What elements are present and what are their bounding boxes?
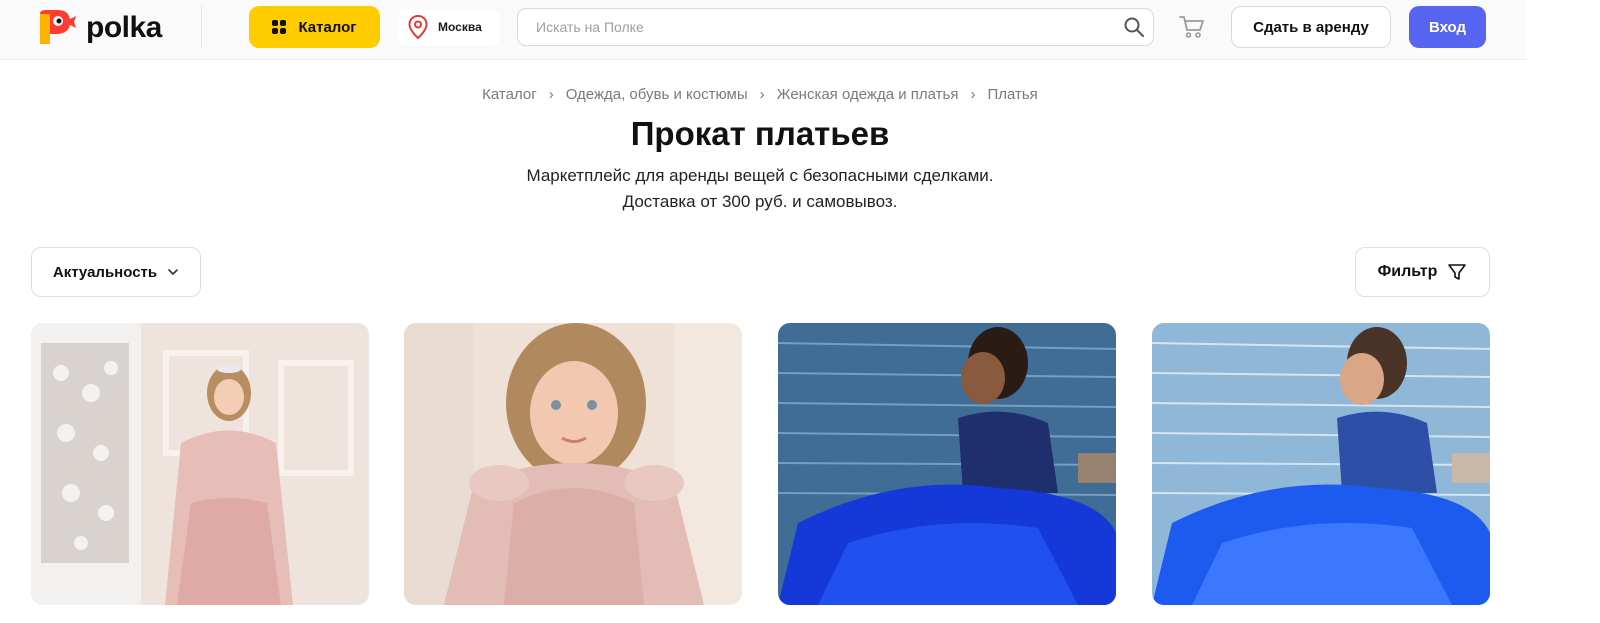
grid-icon <box>272 20 287 34</box>
product-image-pink-dress-full <box>31 323 369 605</box>
location-pin-icon <box>408 15 428 39</box>
breadcrumb-separator: › <box>759 86 765 103</box>
product-card[interactable] <box>778 323 1116 605</box>
subtitle-line-1: Маркетплейс для аренды вещей с безопасны… <box>526 166 994 185</box>
filter-button[interactable]: Фильтр <box>1355 247 1490 297</box>
sort-dropdown-label: Актуальность <box>52 263 158 281</box>
product-image-blue-dress-water-bright <box>1152 323 1490 605</box>
product-image-blue-dress-water <box>778 323 1116 605</box>
breadcrumb-item-dresses[interactable]: Платья <box>987 86 1037 103</box>
product-card[interactable] <box>1152 323 1490 605</box>
page-edge <box>1526 0 1600 623</box>
sort-dropdown[interactable]: Актуальность <box>31 247 201 297</box>
site-header: polka Каталог Москва Сдать в аренду Вход <box>0 0 1526 60</box>
breadcrumb: Каталог › Одежда, обувь и костюмы › Женс… <box>0 86 1520 103</box>
login-button[interactable]: Вход <box>1409 6 1486 48</box>
product-card[interactable] <box>404 323 742 605</box>
chevron-down-icon <box>168 269 178 275</box>
breadcrumb-item-womens[interactable]: Женская одежда и платья <box>777 86 959 103</box>
breadcrumb-item-catalog[interactable]: Каталог <box>482 86 537 103</box>
subtitle-line-2: Доставка от 300 руб. и самовывоз. <box>622 192 898 211</box>
product-card[interactable] <box>31 323 369 605</box>
product-image-pink-dress-closeup <box>404 323 742 605</box>
header-divider <box>201 6 202 48</box>
breadcrumb-separator: › <box>970 86 976 103</box>
city-name: Москва <box>438 20 482 34</box>
breadcrumb-separator: › <box>548 86 554 103</box>
logo-bird-icon <box>40 10 76 44</box>
page-title: Прокат платьев <box>630 115 890 152</box>
search-input[interactable] <box>518 9 1118 45</box>
catalog-button-label: Каталог <box>298 18 357 36</box>
logo[interactable]: polka <box>36 8 176 48</box>
city-selector[interactable]: Москва <box>398 9 500 45</box>
funnel-icon <box>1448 264 1467 280</box>
breadcrumb-item-clothing[interactable]: Одежда, обувь и костюмы <box>566 86 748 103</box>
catalog-button[interactable]: Каталог <box>249 6 380 48</box>
search-icon[interactable] <box>1123 16 1145 38</box>
logo-text: polka <box>86 11 162 44</box>
filter-button-label: Фильтр <box>1377 263 1438 280</box>
search-bar <box>517 8 1154 46</box>
cart-icon[interactable] <box>1178 14 1206 40</box>
page-subtitle: Маркетплейс для аренды вещей с безопасны… <box>0 163 1520 215</box>
rent-out-button[interactable]: Сдать в аренду <box>1231 6 1391 48</box>
